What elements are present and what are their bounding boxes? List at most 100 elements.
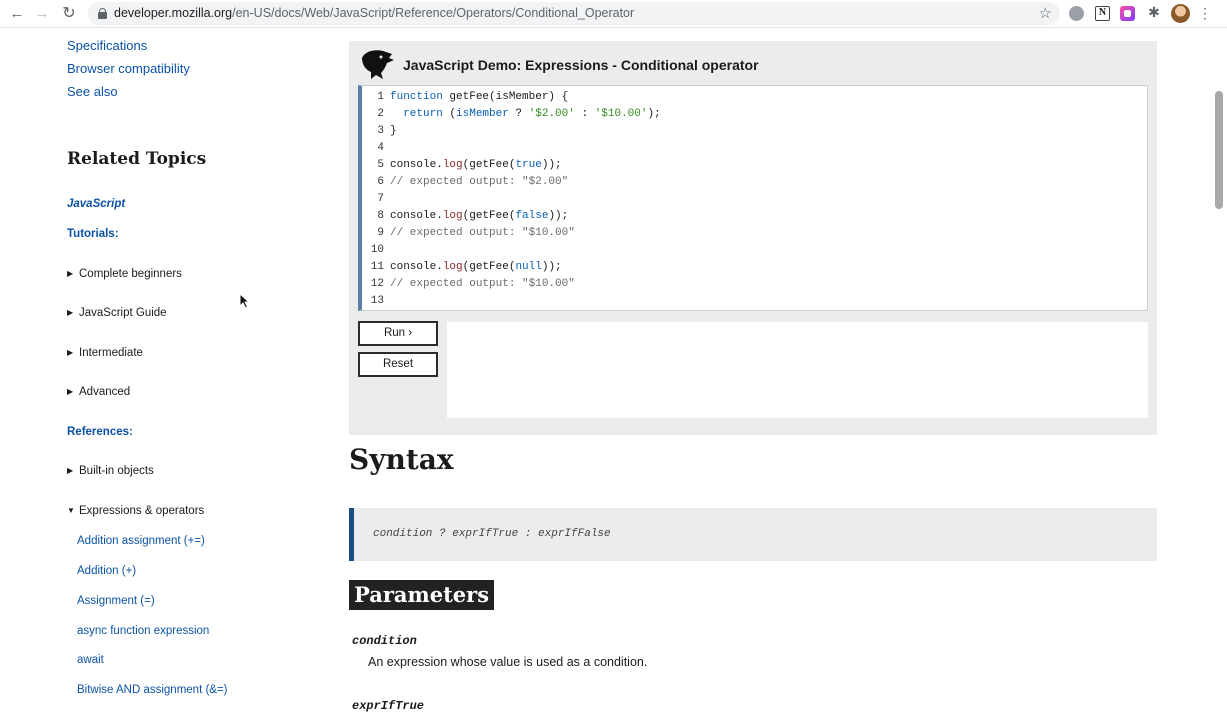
scrollbar-thumb[interactable] bbox=[1215, 91, 1223, 209]
code-token: )); bbox=[541, 159, 562, 171]
line-number: 2 bbox=[377, 108, 384, 120]
tree-item-label: JavaScript Guide bbox=[79, 307, 167, 319]
tree-item-advanced[interactable]: ▶ Advanced bbox=[67, 386, 130, 398]
line-number: 3 bbox=[377, 125, 384, 137]
code-line: 10 bbox=[362, 242, 1142, 259]
code-token: : bbox=[574, 108, 595, 120]
address-bar[interactable]: developer.mozilla.org/en-US/docs/Web/Jav… bbox=[88, 2, 1060, 25]
line-number: 1 bbox=[377, 91, 384, 103]
code-line: 3} bbox=[362, 123, 1142, 140]
syntax-code: condition ? exprIfTrue : exprIfFalse bbox=[373, 528, 611, 540]
sidebar: Specifications Browser compatibility See… bbox=[0, 28, 330, 717]
parameters-heading: Parameters bbox=[349, 580, 495, 610]
expanded-triangle-icon: ▼ bbox=[67, 506, 75, 515]
extension-icon[interactable] bbox=[1069, 6, 1084, 21]
run-button[interactable]: Run › bbox=[358, 321, 438, 346]
code-token: (getFee( bbox=[462, 159, 516, 171]
lock-icon[interactable] bbox=[98, 8, 107, 19]
code-token: )); bbox=[548, 210, 569, 222]
code-line: 7 bbox=[362, 191, 1142, 208]
param-name-condition: condition bbox=[352, 634, 417, 648]
operator-link-await[interactable]: await bbox=[77, 654, 104, 666]
reload-icon[interactable]: ↻ bbox=[60, 5, 78, 23]
code-token: )); bbox=[541, 261, 562, 273]
code-token: } bbox=[390, 125, 397, 137]
demo-title: JavaScript Demo: Expressions - Condition… bbox=[403, 57, 759, 73]
javascript-link[interactable]: JavaScript bbox=[67, 198, 125, 210]
code-token: return bbox=[403, 108, 443, 120]
tree-item-label: Advanced bbox=[79, 386, 131, 398]
toc-link-see-also[interactable]: See also bbox=[67, 84, 118, 99]
line-number: 13 bbox=[370, 295, 384, 307]
interactive-demo: JavaScript Demo: Expressions - Condition… bbox=[349, 41, 1157, 435]
back-arrow-icon[interactable]: ← bbox=[8, 5, 26, 23]
code-token: '$2.00' bbox=[528, 108, 575, 120]
tree-item-label: Built-in objects bbox=[79, 465, 154, 477]
tree-item-intermediate[interactable]: ▶ Intermediate bbox=[67, 347, 143, 359]
code-line: 12 // expected output: "$10.00" bbox=[362, 276, 1142, 293]
reset-button[interactable]: Reset bbox=[358, 352, 438, 377]
operator-link-bitwise-and-assignment[interactable]: Bitwise AND assignment (&=) bbox=[77, 684, 228, 696]
tree-item-javascript-guide[interactable]: ▶ JavaScript Guide bbox=[67, 307, 167, 319]
code-token: function bbox=[390, 91, 443, 103]
code-line: 9 // expected output: "$10.00" bbox=[362, 225, 1142, 242]
collapsed-triangle-icon: ▶ bbox=[67, 348, 74, 357]
code-token: ); bbox=[647, 108, 661, 120]
syntax-heading: Syntax bbox=[349, 443, 454, 476]
operator-link-addition[interactable]: Addition (+) bbox=[77, 565, 136, 577]
browser-toolbar: ← → ↻ developer.mozilla.org/en-US/docs/W… bbox=[0, 0, 1227, 28]
profile-avatar[interactable] bbox=[1171, 4, 1190, 23]
url-path: /en-US/docs/Web/JavaScript/Reference/Ope… bbox=[232, 6, 635, 20]
collapsed-triangle-icon: ▶ bbox=[67, 308, 74, 317]
url-text[interactable]: developer.mozilla.org/en-US/docs/Web/Jav… bbox=[114, 6, 634, 20]
code-line: 13 bbox=[362, 293, 1142, 310]
tree-item-complete-beginners[interactable]: ▶ Complete beginners bbox=[67, 268, 182, 280]
line-number: 10 bbox=[370, 244, 384, 256]
puzzle-extensions-icon[interactable]: ✱ bbox=[1146, 4, 1162, 20]
notion-extension-icon[interactable]: N bbox=[1095, 6, 1110, 21]
code-line: 5 console.log(getFee(true)); bbox=[362, 157, 1142, 174]
code-comment: // expected output: "$2.00" bbox=[390, 176, 569, 188]
color-extension-icon[interactable] bbox=[1120, 6, 1135, 21]
tree-item-built-in-objects[interactable]: ▶ Built-in objects bbox=[67, 465, 154, 477]
bookmark-star-icon[interactable]: ☆ bbox=[1039, 4, 1052, 22]
syntax-code-block: condition ? exprIfTrue : exprIfFalse bbox=[349, 508, 1157, 561]
code-token: true bbox=[515, 159, 542, 171]
code-line: 4 bbox=[362, 140, 1142, 157]
line-number: 4 bbox=[377, 142, 384, 154]
code-token: false bbox=[515, 210, 549, 222]
code-token: log bbox=[442, 261, 463, 273]
code-comment: // expected output: "$10.00" bbox=[390, 278, 575, 290]
code-token: ( bbox=[442, 108, 457, 120]
code-token: (getFee( bbox=[462, 261, 516, 273]
code-token: '$10.00' bbox=[594, 108, 648, 120]
line-number: 7 bbox=[377, 193, 384, 205]
toc-link-specifications[interactable]: Specifications bbox=[67, 38, 147, 53]
code-comment: // expected output: "$10.00" bbox=[390, 227, 575, 239]
line-number: 11 bbox=[370, 261, 384, 273]
operator-link-assignment[interactable]: Assignment (=) bbox=[77, 595, 155, 607]
code-editor[interactable]: 1 function getFee(isMember) { 2 return (i… bbox=[358, 85, 1148, 311]
browser-menu-icon[interactable]: ⋮ bbox=[1198, 5, 1212, 22]
code-token: null bbox=[515, 261, 542, 273]
line-number: 6 bbox=[377, 176, 384, 188]
tutorials-label: Tutorials: bbox=[67, 228, 119, 240]
operator-link-async-function[interactable]: async function expression bbox=[77, 625, 209, 637]
tree-item-expressions-operators[interactable]: ▼ Expressions & operators bbox=[67, 505, 204, 517]
tree-item-label: Complete beginners bbox=[79, 268, 182, 280]
code-line: 11 console.log(getFee(null)); bbox=[362, 259, 1142, 276]
forward-arrow-icon[interactable]: → bbox=[33, 5, 51, 23]
collapsed-triangle-icon: ▶ bbox=[67, 466, 74, 475]
code-token: isMember bbox=[456, 108, 509, 120]
mouse-cursor-icon bbox=[239, 293, 251, 309]
operator-link-addition-assignment[interactable]: Addition assignment (+=) bbox=[77, 535, 205, 547]
param-description-condition: An expression whose value is used as a c… bbox=[368, 655, 648, 669]
code-token: ? bbox=[508, 108, 529, 120]
code-line: 2 return (isMember ? '$2.00' : '$10.00')… bbox=[362, 106, 1142, 123]
line-number: 8 bbox=[377, 210, 384, 222]
mdn-dinosaur-logo-icon bbox=[362, 50, 394, 79]
code-token: console. bbox=[390, 210, 443, 222]
related-topics-heading: Related Topics bbox=[67, 149, 207, 169]
line-number: 12 bbox=[370, 278, 384, 290]
toc-link-browser-compatibility[interactable]: Browser compatibility bbox=[67, 61, 190, 76]
